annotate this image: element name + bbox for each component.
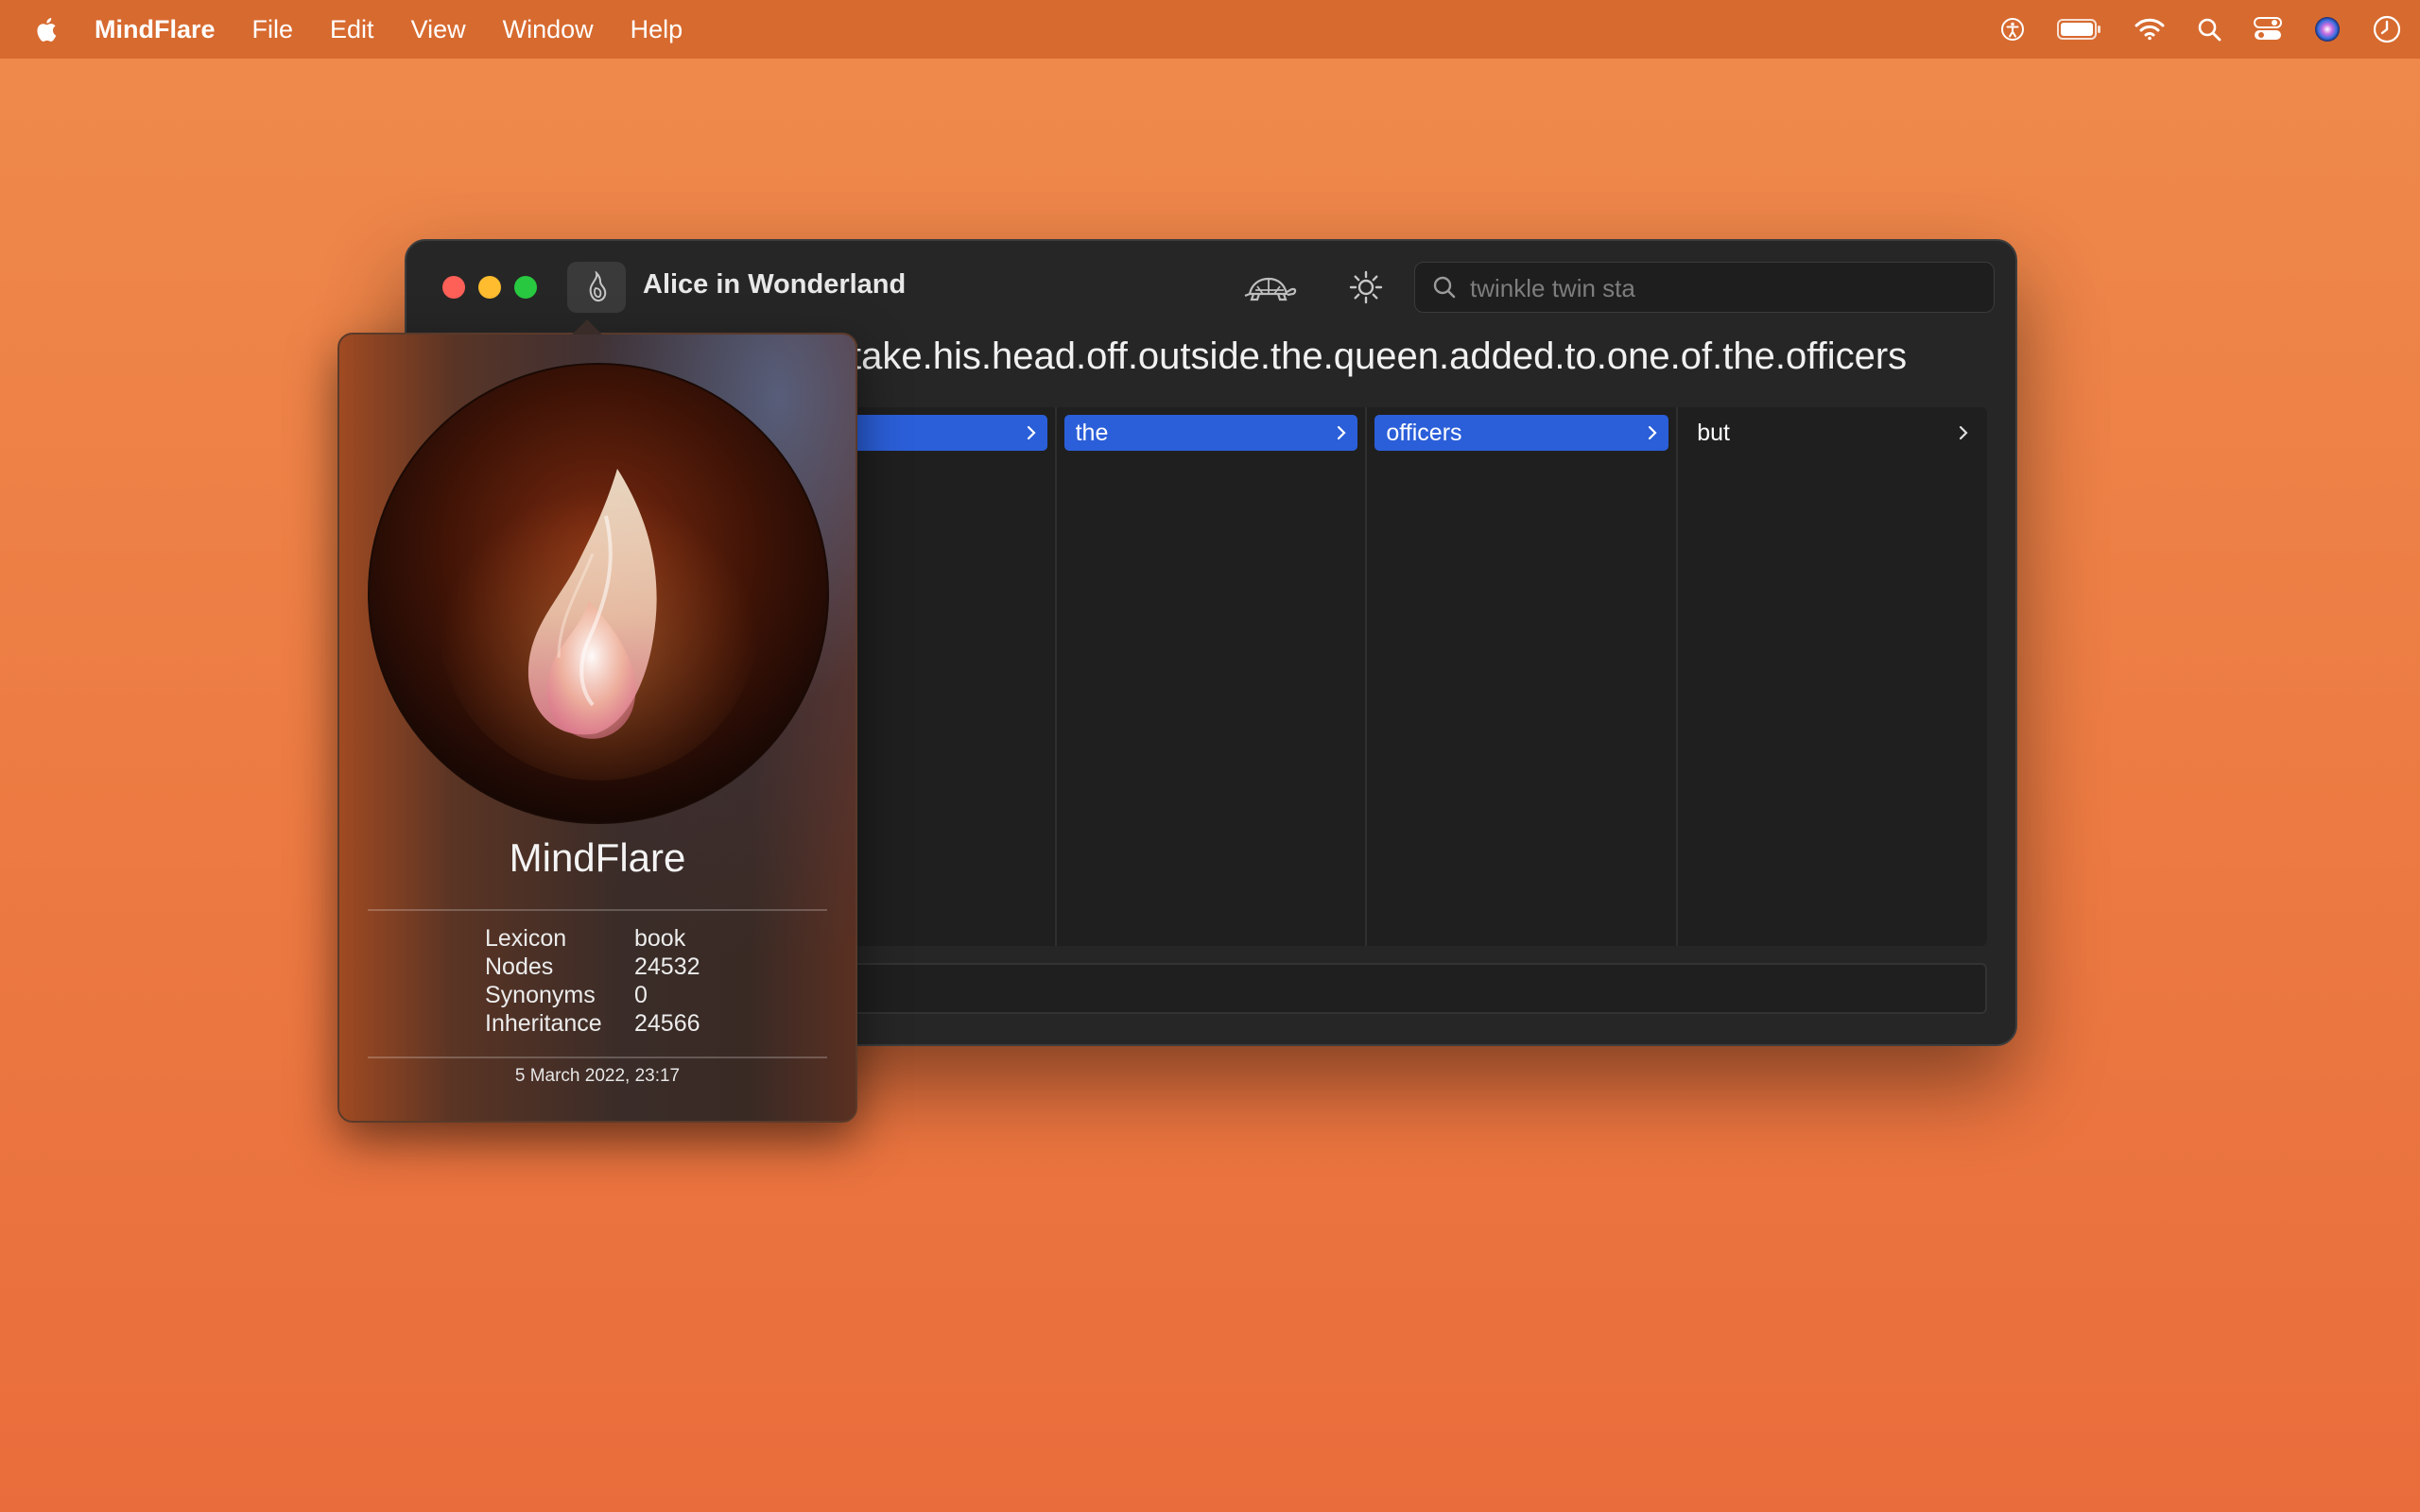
popover-arrow — [572, 319, 602, 335]
column-item-label: but — [1697, 419, 1730, 446]
window-title: Alice in Wonderland — [643, 269, 907, 300]
browser-column: the — [1057, 407, 1368, 946]
chevron-right-icon — [1649, 425, 1657, 440]
menu-edit[interactable]: Edit — [330, 15, 374, 44]
column-item-label: the — [1075, 419, 1109, 446]
turtle-icon — [1244, 277, 1297, 301]
wifi-icon[interactable] — [2135, 18, 2165, 41]
stat-value: 0 — [634, 982, 648, 1008]
stat-key: Synonyms — [485, 982, 596, 1008]
flame-icon — [589, 271, 607, 302]
menu-file[interactable]: File — [252, 15, 294, 44]
stat-key: Nodes — [485, 954, 554, 980]
app-logo — [368, 363, 829, 824]
flame-logo-icon — [438, 459, 759, 781]
column-item-the[interactable]: the — [1063, 415, 1358, 451]
menu-window[interactable]: Window — [503, 15, 594, 44]
column-item-officers[interactable]: officers — [1374, 415, 1669, 451]
search-field[interactable] — [1414, 262, 1995, 313]
slow-mode-button[interactable] — [1238, 266, 1301, 309]
chevron-right-icon — [1338, 425, 1346, 440]
stat-key: Inheritance — [485, 1010, 602, 1037]
zoom-button[interactable] — [514, 276, 537, 299]
popover-app-name: MindFlare — [509, 835, 686, 880]
sun-icon — [1349, 270, 1383, 304]
spotlight-search-icon[interactable] — [2197, 17, 2221, 42]
stat-value: 24532 — [634, 954, 700, 980]
siri-icon[interactable] — [2314, 16, 2341, 43]
minimize-button[interactable] — [478, 276, 501, 299]
column-item-but[interactable]: but — [1685, 415, 1979, 451]
menu-help[interactable]: Help — [631, 15, 683, 44]
control-center-icon[interactable] — [2254, 17, 2282, 42]
stat-value: 24566 — [634, 1010, 700, 1037]
chevron-right-icon — [1027, 425, 1036, 440]
close-button[interactable] — [442, 276, 465, 299]
build-date: 5 March 2022, 23:17 — [514, 1066, 681, 1086]
app-info-button[interactable] — [567, 262, 626, 313]
stat-row-lexicon: Lexicon book — [485, 924, 700, 953]
apple-menu-icon[interactable] — [36, 16, 57, 43]
status-area — [1968, 0, 2401, 59]
clock-icon[interactable] — [2373, 15, 2401, 43]
title-bar[interactable]: Alice in Wonderland — [406, 241, 2015, 332]
search-icon — [1433, 276, 1456, 299]
menu-app-name[interactable]: MindFlare — [95, 15, 216, 44]
current-path: take.his.head.off.outside.the.queen.adde… — [851, 335, 1908, 377]
menu-bar: MindFlare File Edit View Window Help — [0, 0, 2420, 59]
search-input[interactable] — [1468, 268, 1982, 308]
browser-column: officers — [1367, 407, 1679, 946]
app-info-popover: MindFlare Lexicon book Nodes 24532 Synon… — [337, 319, 857, 1123]
divider — [368, 1057, 827, 1058]
browser-column: but — [1678, 407, 1987, 946]
accessibility-icon[interactable] — [2000, 17, 2025, 42]
stat-row-synonyms: Synonyms 0 — [485, 981, 700, 1009]
stat-value: book — [634, 925, 686, 952]
chevron-right-icon — [1959, 425, 1968, 440]
appearance-button[interactable] — [1342, 266, 1390, 309]
stat-row-nodes: Nodes 24532 — [485, 953, 700, 981]
menu-view[interactable]: View — [411, 15, 466, 44]
battery-icon[interactable] — [2057, 18, 2102, 41]
column-item-label: officers — [1386, 419, 1462, 446]
stat-row-inheritance: Inheritance 24566 — [485, 1009, 700, 1038]
stat-key: Lexicon — [485, 925, 567, 952]
divider — [368, 909, 827, 911]
stats-table: Lexicon book Nodes 24532 Synonyms 0 Inhe… — [485, 924, 700, 1038]
